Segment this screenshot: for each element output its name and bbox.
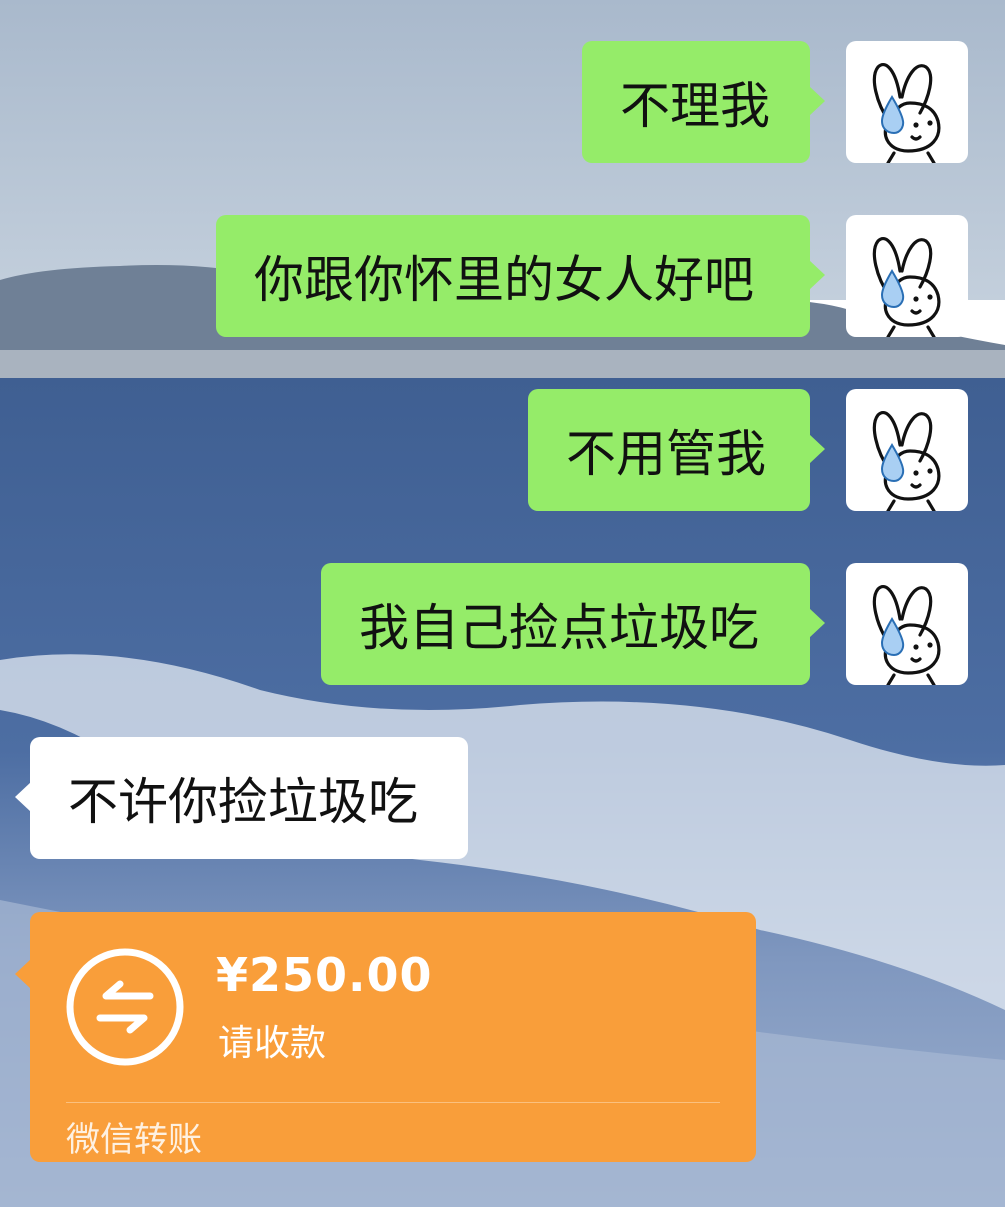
transfer-arrows-icon (66, 948, 184, 1066)
message-bubble[interactable]: 不许你捡垃圾吃 (15, 737, 468, 859)
transfer-note: 请收款 (218, 1023, 327, 1064)
message-text: 你跟你怀里的女人好吧 (254, 251, 754, 309)
message-bubble[interactable]: 我自己捡点垃圾吃 (321, 563, 825, 685)
message-bubble[interactable]: 不理我 (582, 41, 825, 163)
transfer-card[interactable]: ¥250.00 请收款 微信转账 (15, 912, 756, 1162)
bunny-sweat-drop-icon[interactable] (846, 41, 968, 163)
divider (66, 1102, 720, 1103)
message-text: 我自己捡点垃圾吃 (359, 599, 759, 657)
bunny-sweat-drop-icon[interactable] (846, 215, 968, 337)
message-text: 不用管我 (566, 425, 766, 483)
message-text: 不许你捡垃圾吃 (68, 773, 418, 831)
bunny-sweat-drop-icon[interactable] (846, 389, 968, 511)
message-bubble[interactable]: 不用管我 (528, 389, 825, 511)
bunny-sweat-drop-icon[interactable] (846, 563, 968, 685)
message-bubble[interactable]: 你跟你怀里的女人好吧 (216, 215, 825, 337)
message-text: 不理我 (620, 77, 770, 135)
transfer-footer-label: 微信转账 (66, 1120, 202, 1160)
transfer-amount: ¥250.00 (216, 948, 433, 1002)
